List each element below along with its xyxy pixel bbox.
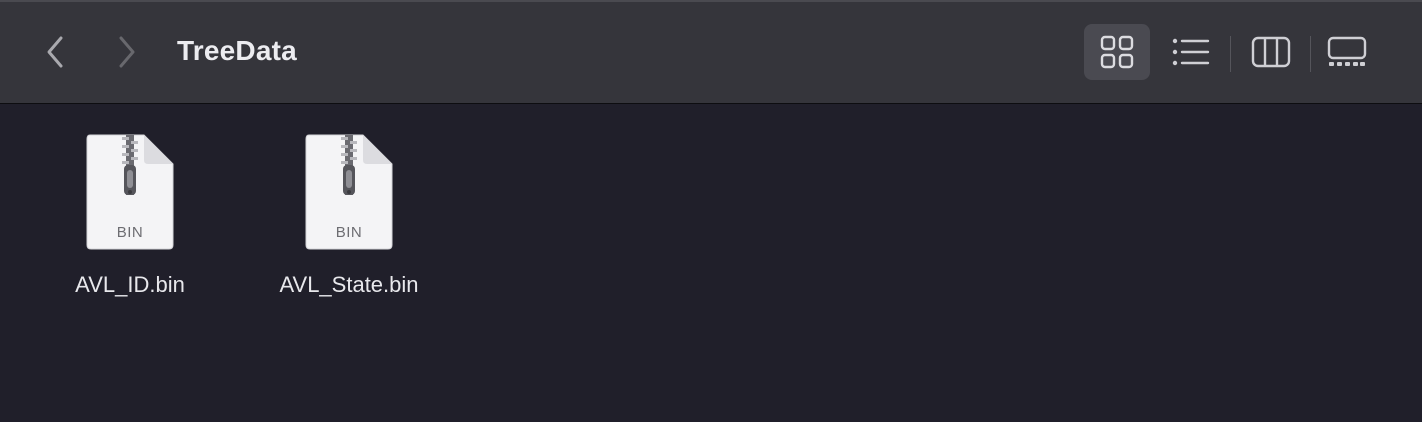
toolbar-divider — [1230, 36, 1231, 72]
window-title: TreeData — [177, 35, 297, 66]
gallery-icon — [1327, 36, 1367, 66]
file-extension-label: BIN — [335, 224, 363, 241]
toolbar-divider — [1310, 36, 1311, 72]
grid-icon — [1100, 35, 1134, 69]
forward-button[interactable] — [110, 32, 144, 72]
back-button[interactable] — [38, 32, 72, 72]
columns-icon — [1251, 36, 1291, 68]
icon-view-button[interactable] — [1084, 24, 1150, 80]
file-item[interactable]: BIN AVL_State.bin — [249, 134, 449, 298]
chevron-right-icon — [119, 36, 135, 68]
file-item[interactable]: BIN AVL_ID.bin — [30, 134, 230, 298]
column-view-button[interactable] — [1238, 24, 1304, 80]
toolbar: TreeData — [0, 0, 1422, 104]
file-extension-label: BIN — [116, 224, 144, 241]
zip-archive-icon: BIN — [305, 134, 393, 250]
gallery-view-button[interactable] — [1314, 24, 1380, 80]
list-view-button[interactable] — [1158, 24, 1224, 80]
zip-archive-icon: BIN — [86, 134, 174, 250]
file-browser-content: BIN AVL_ID.bin BIN AVL_State.bin — [0, 104, 1422, 422]
file-name: AVL_ID.bin — [75, 272, 185, 297]
chevron-left-icon — [47, 36, 63, 68]
file-name: AVL_State.bin — [279, 272, 419, 297]
list-icon — [1172, 38, 1210, 66]
